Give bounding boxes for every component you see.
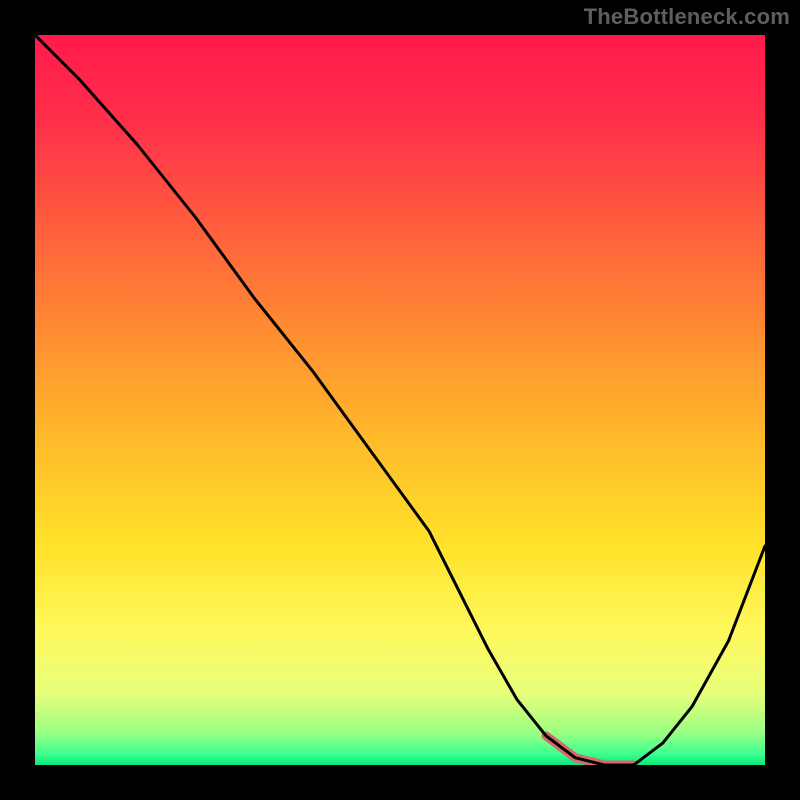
chart-canvas [35, 35, 765, 765]
heat-gradient-bg [35, 35, 765, 765]
plot-area [35, 35, 765, 765]
chart-frame: TheBottleneck.com [0, 0, 800, 800]
watermark-text: TheBottleneck.com [584, 4, 790, 30]
